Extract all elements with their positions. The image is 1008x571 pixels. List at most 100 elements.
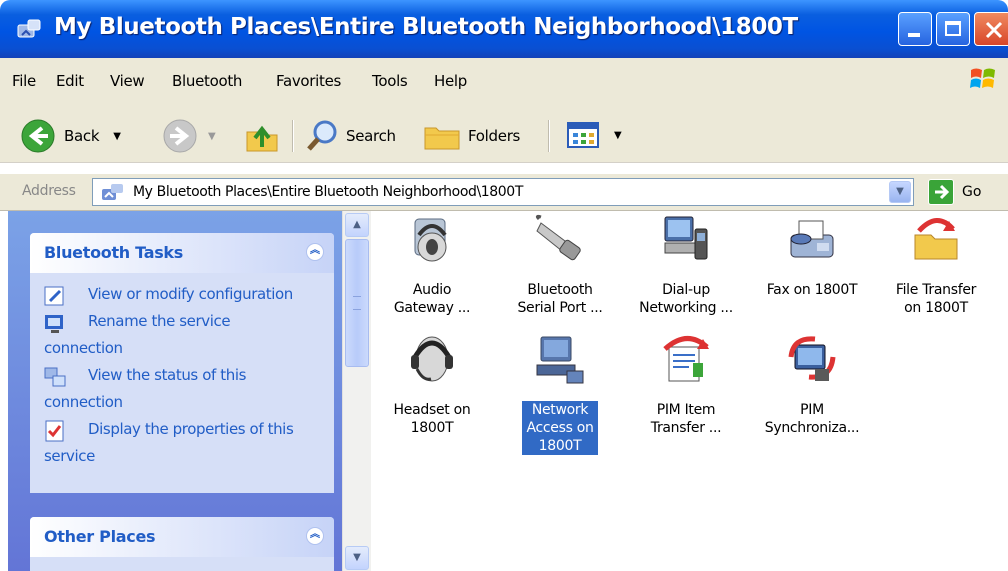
menu-edit[interactable]: Edit <box>56 72 84 90</box>
item-label-line2: Serial Port ... <box>517 300 603 316</box>
vertical-scrollbar[interactable]: ▲ ▼ <box>342 211 371 571</box>
scroll-up-icon[interactable]: ▲ <box>345 213 369 237</box>
service-headset[interactable]: Headset on 1800T <box>372 333 492 437</box>
maximize-icon <box>945 21 961 36</box>
bluetooth-tasks-header[interactable]: Bluetooth Tasks ︽ <box>30 233 334 273</box>
item-label: Dial-up <box>662 282 710 298</box>
address-value: My Bluetooth Places\Entire Bluetooth Nei… <box>133 184 523 200</box>
item-label-line2: Synchroniza... <box>764 420 860 436</box>
service-dialup-networking[interactable]: Dial-up Networking ... <box>626 213 746 317</box>
other-places-panel: Other Places ︽ <box>30 517 334 571</box>
configure-icon <box>44 286 64 306</box>
task-label: Rename the service <box>88 312 231 330</box>
item-label-line2: Networking ... <box>639 300 733 316</box>
minimize-button[interactable] <box>898 12 932 46</box>
address-field[interactable]: My Bluetooth Places\Entire Bluetooth Nei… <box>92 178 914 206</box>
item-label: Audio <box>412 282 452 298</box>
content-area: Bluetooth Tasks ︽ View or modify configu… <box>0 210 1008 571</box>
item-label-line2: 1800T <box>410 420 454 436</box>
item-label: PIM Item <box>656 402 716 418</box>
go-arrow-icon <box>928 179 954 205</box>
task-label-continued: connection <box>44 339 123 357</box>
address-dropdown-icon[interactable]: ▼ <box>889 181 911 203</box>
task-pane: Bluetooth Tasks ︽ View or modify configu… <box>0 211 342 571</box>
item-label: Network <box>531 402 589 418</box>
windows-logo-icon <box>970 68 995 88</box>
status-icon <box>44 367 66 387</box>
close-icon <box>985 21 1003 39</box>
menu-bar: File Edit View Bluetooth Favorites Tools… <box>0 58 1008 107</box>
menu-tools[interactable]: Tools <box>372 72 408 90</box>
serial-port-icon <box>535 214 581 261</box>
properties-icon <box>45 420 64 442</box>
bluetooth-places-icon <box>17 19 41 38</box>
folders-icon <box>424 127 460 150</box>
service-pim-synchronization[interactable]: PIM Synchroniza... <box>752 333 872 437</box>
search-icon <box>307 120 337 151</box>
scroll-thumb[interactable] <box>345 239 369 367</box>
close-button[interactable] <box>974 12 1008 46</box>
headset-icon <box>411 336 453 382</box>
menu-view[interactable]: View <box>110 72 145 90</box>
file-transfer-icon <box>914 218 958 260</box>
views-dropdown-icon[interactable]: ▼ <box>614 130 622 141</box>
task-list: View or modify configuration Rename the … <box>30 273 334 482</box>
item-label: File Transfer <box>895 282 977 298</box>
search-button[interactable]: Search <box>304 118 396 154</box>
service-fax[interactable]: Fax on 1800T <box>752 213 872 299</box>
go-label: Go <box>962 184 982 200</box>
scroll-down-icon[interactable]: ▼ <box>345 546 369 570</box>
maximize-button[interactable] <box>936 12 970 46</box>
task-view-status-connection[interactable]: View the status of this connection <box>44 362 322 416</box>
back-label: Back <box>64 127 100 145</box>
up-folder-icon[interactable] <box>244 120 280 154</box>
rename-icon <box>45 315 63 333</box>
service-audio-gateway[interactable]: Audio Gateway ... <box>372 213 492 317</box>
collapse-icon[interactable]: ︽ <box>306 243 324 261</box>
forward-dropdown-icon[interactable]: ▼ <box>208 131 216 142</box>
item-label: PIM <box>800 402 824 418</box>
task-label-continued: connection <box>44 393 123 411</box>
forward-button[interactable]: ▼ <box>162 118 216 154</box>
search-label: Search <box>346 127 396 145</box>
audio-gateway-icon <box>414 218 447 262</box>
forward-arrow-icon <box>163 119 197 153</box>
folders-button[interactable]: Folders <box>422 118 520 154</box>
go-button[interactable]: Go <box>928 179 981 205</box>
item-label-line3: 1800T <box>538 438 582 454</box>
back-button[interactable]: Back ▼ <box>20 118 121 154</box>
views-button[interactable]: ▼ <box>566 120 622 150</box>
item-label-line2: Transfer ... <box>650 420 722 436</box>
collapse-icon[interactable]: ︽ <box>306 527 324 545</box>
views-icon <box>567 122 599 148</box>
item-label: Bluetooth <box>527 282 593 298</box>
service-file-transfer[interactable]: File Transfer on 1800T <box>876 213 996 317</box>
task-rename-service-connection[interactable]: Rename the service connection <box>44 308 322 362</box>
dialup-networking-icon <box>664 216 708 260</box>
menu-help[interactable]: Help <box>434 72 467 90</box>
menu-favorites[interactable]: Favorites <box>276 72 341 90</box>
service-network-access[interactable]: Network Access on 1800T <box>500 333 620 455</box>
menu-bluetooth[interactable]: Bluetooth <box>172 72 242 90</box>
service-pim-item-transfer[interactable]: PIM Item Transfer ... <box>626 333 746 437</box>
network-access-icon <box>536 336 584 384</box>
task-display-properties-service[interactable]: Display the properties of this service <box>44 416 322 470</box>
other-places-title: Other Places <box>44 527 156 546</box>
other-places-header[interactable]: Other Places ︽ <box>30 517 334 557</box>
task-view-modify-configuration[interactable]: View or modify configuration <box>44 281 322 308</box>
back-arrow-icon <box>21 119 55 153</box>
standard-toolbar: Back ▼ ▼ Search Folders ▼ <box>0 106 1008 163</box>
item-label-line2: on 1800T <box>904 300 968 316</box>
item-label-line2: Access on <box>526 420 594 436</box>
back-dropdown-icon[interactable]: ▼ <box>113 131 121 142</box>
task-label: View the status of this <box>88 366 247 384</box>
task-label: View or modify configuration <box>88 285 293 303</box>
service-bluetooth-serial-port[interactable]: Bluetooth Serial Port ... <box>500 213 620 317</box>
bluetooth-tasks-panel: Bluetooth Tasks ︽ View or modify configu… <box>30 233 334 493</box>
bluetooth-places-icon <box>102 184 123 200</box>
title-bar[interactable]: My Bluetooth Places\Entire Bluetooth Nei… <box>0 0 1008 58</box>
address-label: Address <box>22 183 76 199</box>
address-bar: Address My Bluetooth Places\Entire Bluet… <box>0 174 1008 210</box>
menu-file[interactable]: File <box>12 72 36 90</box>
pim-sync-icon <box>788 336 836 381</box>
